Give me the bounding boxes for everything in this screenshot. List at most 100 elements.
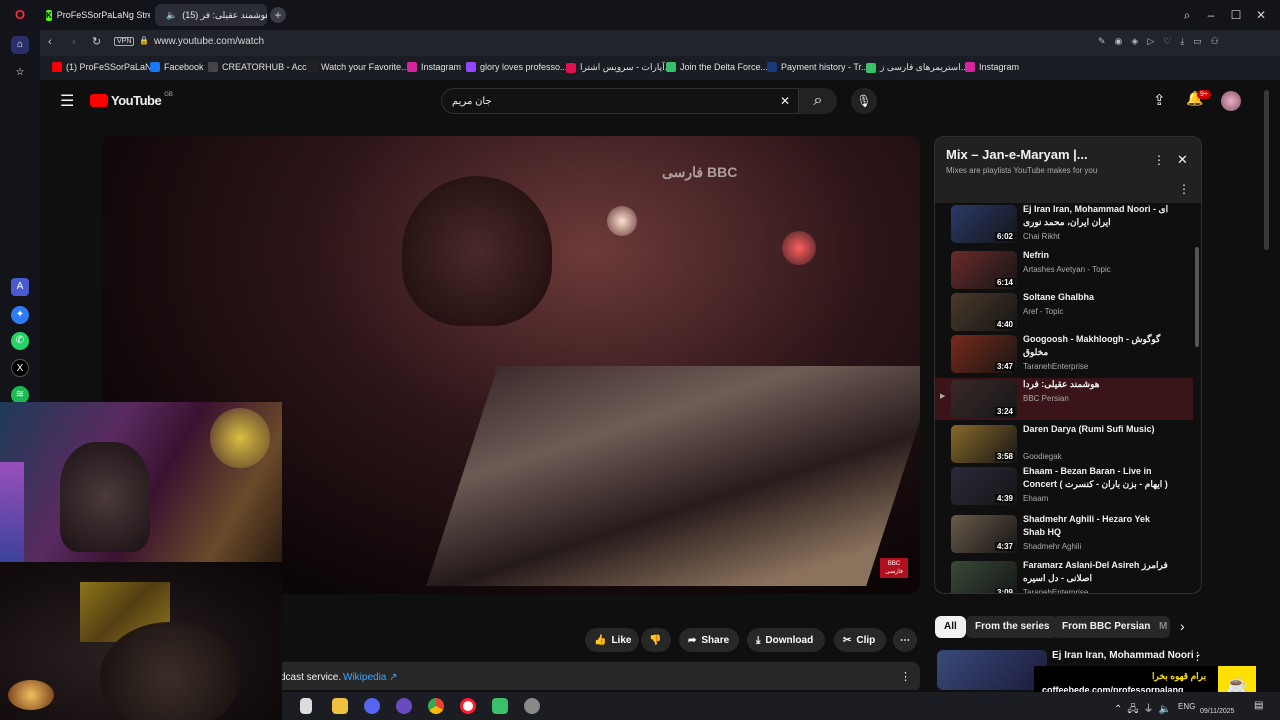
- chip-more[interactable]: M: [1150, 616, 1170, 638]
- home-icon[interactable]: ⌂: [11, 36, 29, 54]
- chip-next-icon[interactable]: ›: [1180, 618, 1185, 634]
- playlist-thumbnail[interactable]: 6:14: [951, 251, 1017, 289]
- search-tabs-icon[interactable]: ⌕: [1178, 6, 1196, 24]
- more-actions-button[interactable]: ⋯: [893, 628, 917, 652]
- clip-button[interactable]: ✂ Clip: [834, 628, 886, 652]
- scrollbar[interactable]: [1195, 247, 1199, 347]
- playlist-item[interactable]: 3:09 Faramarz Aslani-Del Asireh فرامرز اص…: [935, 559, 1193, 593]
- url-field[interactable]: www.youtube.com/watch: [154, 36, 264, 47]
- page-scrollbar[interactable]: [1264, 90, 1269, 250]
- opera-icon[interactable]: [460, 698, 476, 714]
- playlist-item-title[interactable]: Ehaam - Bezan Baran - Live in Concert ( …: [1023, 465, 1173, 491]
- forward-icon[interactable]: ›: [72, 36, 76, 48]
- bookmark-item[interactable]: Facebook: [150, 62, 204, 72]
- bookmark-item[interactable]: Payment history - Tr...: [767, 62, 869, 72]
- like-button[interactable]: 👍 Like: [585, 628, 639, 652]
- playlist-item-title[interactable]: هوشمند عقیلی: فردا: [1023, 378, 1173, 391]
- close-window-button[interactable]: ✕: [1252, 6, 1270, 24]
- recommended-thumb[interactable]: [937, 650, 1047, 690]
- download-button[interactable]: ⤓ Download: [747, 628, 825, 652]
- tab-youtube[interactable]: 🔈 (15) هوشمند عقیلی: فر: [155, 4, 267, 26]
- playlist-thumbnail[interactable]: 4:39: [951, 467, 1017, 505]
- reload-icon[interactable]: ↻: [92, 35, 101, 48]
- bookmark-item[interactable]: Watch your Favorite...: [307, 62, 409, 72]
- avatar[interactable]: [1221, 91, 1241, 111]
- playlist-menu-icon[interactable]: ⋮: [1178, 182, 1190, 196]
- playlist-item[interactable]: ▶ 3:24 هوشمند عقیلی: فردا BBC Persian: [935, 378, 1193, 420]
- youtube-logo[interactable]: YouTube GB: [90, 92, 173, 108]
- playlist-item[interactable]: 4:39 Ehaam - Bezan Baran - Live in Concer…: [935, 465, 1193, 511]
- playlist-thumbnail[interactable]: 3:24: [951, 380, 1017, 418]
- settings-icon[interactable]: [524, 698, 540, 714]
- recommended-menu-icon[interactable]: ⋮: [1192, 650, 1203, 663]
- search-input[interactable]: جان مریم ✕: [441, 88, 799, 114]
- tray-icons[interactable]: ⌃🖧⏚🔈: [1114, 700, 1176, 719]
- bookmark-item[interactable]: استریمرهای فارسی ز...: [866, 62, 968, 73]
- playlist-thumbnail[interactable]: 3:47: [951, 335, 1017, 373]
- playlist-item[interactable]: 3:47 Googoosh - Makhloogh - گوگوش مخلوق Ta…: [935, 333, 1193, 377]
- tab-stream[interactable]: K ProFeSSorPaLaNg Stream: [40, 4, 150, 26]
- file-icon[interactable]: [300, 698, 312, 714]
- whatsapp-icon[interactable]: ✆: [11, 332, 29, 350]
- playlist-thumbnail[interactable]: 3:58: [951, 425, 1017, 463]
- aria-icon[interactable]: A: [11, 278, 29, 296]
- playlist-item[interactable]: 6:02 Ej Iran Iran, Mohammad Noori - ای ای…: [935, 203, 1193, 247]
- chip-all[interactable]: All: [935, 616, 966, 638]
- clear-search-icon[interactable]: ✕: [780, 94, 790, 108]
- playlist-thumbnail[interactable]: 4:40: [951, 293, 1017, 331]
- dislike-button[interactable]: 👎: [641, 628, 671, 652]
- notification-center-icon[interactable]: ▤: [1254, 700, 1263, 711]
- playlist-item-title[interactable]: Googoosh - Makhloogh - گوگوش مخلوق: [1023, 333, 1173, 359]
- playlist-item[interactable]: 6:14 Nefrin Artashes Avetyan - Topic: [935, 249, 1193, 289]
- chrome-icon[interactable]: [428, 698, 444, 714]
- description-menu-icon[interactable]: ⋮: [900, 670, 911, 683]
- playlist-item-title[interactable]: Shadmehr Aghili - Hezaro Yek Shab HQ: [1023, 513, 1173, 539]
- bookmark-item[interactable]: glory loves professo...: [466, 62, 568, 72]
- playlist-item-title[interactable]: Nefrin: [1023, 249, 1173, 262]
- bookmark-item[interactable]: Instagram: [965, 62, 1019, 72]
- playlist-item[interactable]: 3:58 Daren Darya (Rumi Sufi Music) Goodieg…: [935, 423, 1193, 463]
- explorer-icon[interactable]: [332, 698, 348, 714]
- speaker-icon[interactable]: 🔈: [166, 10, 177, 21]
- discord-icon[interactable]: [364, 698, 380, 714]
- playlist-item-title[interactable]: Ej Iran Iran, Mohammad Noori - ای ایران …: [1023, 203, 1173, 229]
- playlist-thumbnail[interactable]: 4:37: [951, 515, 1017, 553]
- menu-icon[interactable]: ☰: [60, 91, 74, 111]
- create-icon[interactable]: ⇪: [1153, 91, 1166, 109]
- share-button[interactable]: ➦ Share: [679, 628, 739, 652]
- playlist-item[interactable]: 4:40 Soltane Ghalbha Aref - Topic: [935, 291, 1193, 331]
- minimize-button[interactable]: –: [1202, 6, 1220, 24]
- chip-from-bbc[interactable]: From BBC Persian: [1053, 616, 1160, 638]
- more-options-icon[interactable]: ⋮: [1153, 153, 1165, 167]
- bookmark-item[interactable]: آپارات - سرویس اشترا...: [566, 62, 672, 73]
- recommended-title[interactable]: Ej Iran Iran, Mohammad Noori -: [1052, 650, 1200, 661]
- playlist-item[interactable]: 4:37 Shadmehr Aghili - Hezaro Yek Shab HQ…: [935, 513, 1193, 557]
- app-icon[interactable]: [492, 698, 508, 714]
- playlist-thumbnail[interactable]: 3:09: [951, 561, 1017, 593]
- back-icon[interactable]: ‹: [48, 36, 52, 48]
- speed-dial-icon[interactable]: ☆: [11, 64, 29, 82]
- x-twitter-icon[interactable]: X: [11, 359, 29, 377]
- bookmark-item[interactable]: Join the Delta Force...: [666, 62, 768, 72]
- playlist-item-title[interactable]: Faramarz Aslani-Del Asireh فرامرز اصلانی…: [1023, 559, 1173, 585]
- language-indicator[interactable]: ENG: [1178, 702, 1195, 711]
- playlist-item-title[interactable]: Daren Darya (Rumi Sufi Music): [1023, 423, 1173, 436]
- bookmark-item[interactable]: CREATORHUB - Acc...: [208, 62, 314, 72]
- bookmark-item[interactable]: (1) ProFeSSorPaLaN...: [52, 62, 159, 72]
- bookmark-item[interactable]: Instagram: [407, 62, 461, 72]
- new-tab-button[interactable]: +: [270, 7, 286, 23]
- wikipedia-link[interactable]: Wikipedia ↗: [343, 672, 398, 683]
- obs-icon[interactable]: [396, 698, 412, 714]
- playlist-item-title[interactable]: Soltane Ghalbha: [1023, 291, 1173, 304]
- voice-search-button[interactable]: 🎙: [851, 88, 877, 114]
- vpn-badge[interactable]: VPN: [114, 37, 135, 46]
- extension-icons[interactable]: ✎◉◈▷♡⤓▭⚇: [1098, 36, 1228, 47]
- playlist-thumbnail[interactable]: 6:02: [951, 205, 1017, 243]
- chip-from-series[interactable]: From the series: [966, 616, 1059, 638]
- close-playlist-icon[interactable]: ✕: [1177, 152, 1188, 168]
- opera-logo-icon[interactable]: O: [11, 6, 29, 24]
- search-button[interactable]: ⌕: [799, 88, 837, 114]
- clock-date[interactable]: 09/11/2025: [1200, 708, 1235, 715]
- maximize-button[interactable]: ☐: [1227, 6, 1245, 24]
- messenger-icon[interactable]: ✦: [11, 306, 29, 324]
